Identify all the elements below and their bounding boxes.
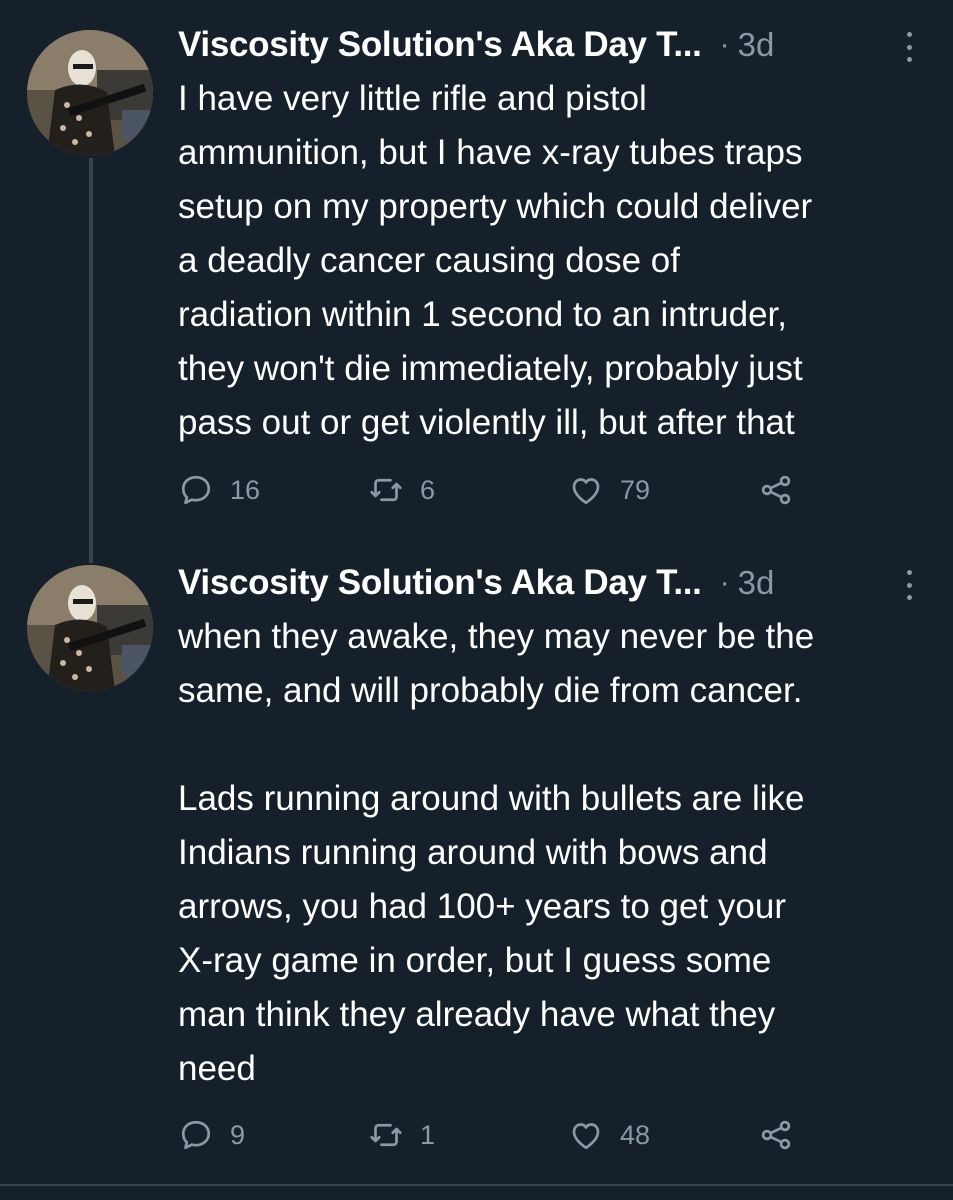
retweet-count: 1 — [420, 1119, 436, 1150]
like-count: 79 — [620, 474, 651, 505]
retweet-icon — [370, 1123, 402, 1147]
bottom-divider — [0, 1184, 953, 1186]
retweet-icon — [370, 478, 402, 502]
retweet-button[interactable]: 1 — [368, 1113, 435, 1157]
share-button[interactable] — [758, 1113, 794, 1157]
timestamp[interactable]: 3d — [738, 26, 775, 64]
like-icon — [572, 1123, 600, 1150]
tweet[interactable]: Viscosity Solution's Aka Day T... · 3d w… — [0, 540, 953, 1180]
like-button[interactable]: 79 — [568, 468, 650, 512]
reply-icon — [181, 1120, 211, 1150]
more-icon[interactable] — [895, 570, 923, 600]
reply-icon — [181, 475, 211, 505]
separator-dot: · — [719, 28, 730, 61]
thread-connector-line — [89, 158, 93, 563]
avatar[interactable] — [27, 30, 153, 156]
tweet-actions: 9 1 48 — [178, 1113, 898, 1157]
reply-count: 16 — [230, 474, 261, 505]
timestamp[interactable]: 3d — [738, 564, 775, 602]
share-button[interactable] — [758, 468, 794, 512]
tweet-header: Viscosity Solution's Aka Day T... · 3d — [178, 558, 953, 608]
separator-dot: · — [719, 566, 730, 599]
reply-button[interactable]: 16 — [178, 468, 260, 512]
tweet[interactable]: Viscosity Solution's Aka Day T... · 3d I… — [0, 0, 953, 563]
like-icon — [572, 478, 600, 505]
avatar[interactable] — [27, 565, 153, 691]
share-icon — [761, 1120, 791, 1150]
tweet-text: when they awake, they may never be the s… — [178, 617, 815, 1088]
display-name[interactable]: Viscosity Solution's Aka Day T... — [178, 563, 702, 603]
display-name[interactable]: Viscosity Solution's Aka Day T... — [178, 25, 702, 65]
reply-button[interactable]: 9 — [178, 1113, 245, 1157]
retweet-count: 6 — [420, 474, 436, 505]
share-icon — [761, 475, 791, 505]
tweet-text: I have very little rifle and pistol ammu… — [178, 79, 813, 442]
reply-count: 9 — [230, 1119, 246, 1150]
avatar-image — [27, 30, 153, 156]
like-button[interactable]: 48 — [568, 1113, 650, 1157]
tweet-header: Viscosity Solution's Aka Day T... · 3d — [178, 20, 953, 70]
retweet-button[interactable]: 6 — [368, 468, 435, 512]
avatar-image — [27, 565, 153, 691]
more-icon[interactable] — [895, 32, 923, 62]
like-count: 48 — [620, 1119, 651, 1150]
tweet-actions: 16 6 79 — [178, 468, 898, 512]
